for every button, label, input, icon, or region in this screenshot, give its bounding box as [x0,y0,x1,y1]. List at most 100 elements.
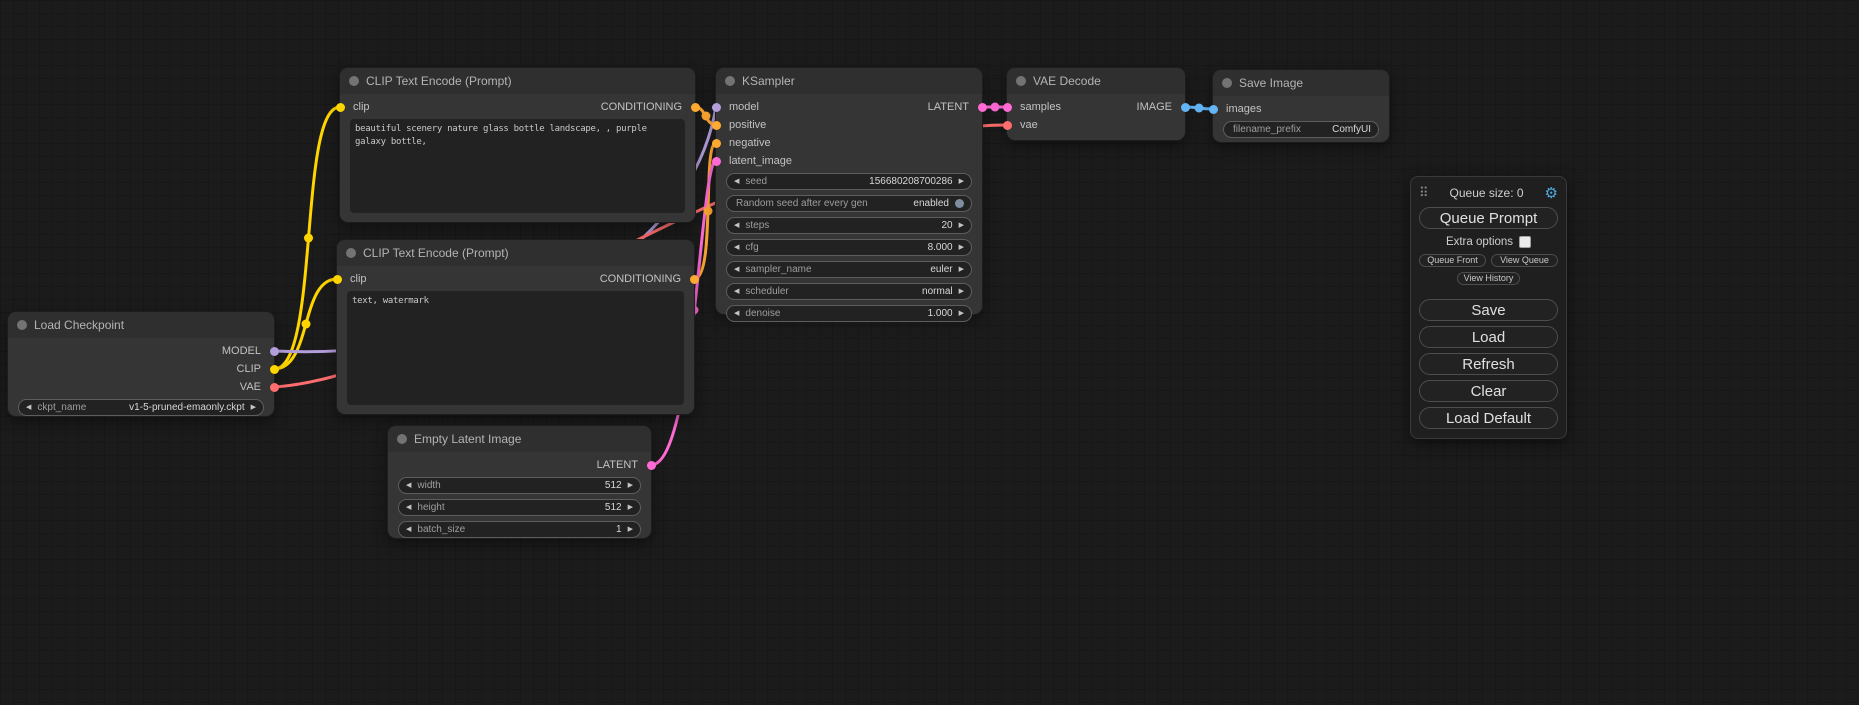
samples-input-slot[interactable] [1003,103,1012,112]
right-arrow-icon[interactable]: ▶ [959,266,964,273]
right-arrow-icon[interactable]: ▶ [959,288,964,295]
left-arrow-icon[interactable]: ◀ [26,404,31,411]
settings-gear-icon[interactable]: ⚙ [1545,186,1558,201]
right-arrow-icon[interactable]: ▶ [628,526,633,533]
left-arrow-icon[interactable]: ◀ [734,310,739,317]
collapse-dot[interactable] [349,76,359,86]
toggle-dot[interactable] [955,199,964,208]
queue-front-button[interactable]: Queue Front [1419,254,1486,267]
collapse-dot[interactable] [1016,76,1026,86]
node-vae-decode[interactable]: VAE Decode samples IMAGE vae [1007,68,1185,140]
right-arrow-icon[interactable]: ▶ [959,178,964,185]
collapse-dot[interactable] [17,320,27,330]
left-arrow-icon[interactable]: ◀ [406,504,411,511]
widget-label: denoise [745,308,780,319]
latent-output-slot[interactable] [978,103,987,112]
collapse-dot[interactable] [1222,78,1232,88]
link-midpoint-dot[interactable] [304,234,313,243]
clip-input-slot[interactable] [336,103,345,112]
right-arrow-icon[interactable]: ▶ [628,482,633,489]
right-arrow-icon[interactable]: ▶ [628,504,633,511]
node-header[interactable]: Empty Latent Image [388,426,651,452]
collapse-dot[interactable] [725,76,735,86]
left-arrow-icon[interactable]: ◀ [734,266,739,273]
cfg-widget[interactable]: ◀ cfg 8.000 ▶ [726,239,972,256]
random-seed-toggle-widget[interactable]: Random seed after every gen enabled [726,195,972,212]
steps-widget[interactable]: ◀ steps 20 ▶ [726,217,972,234]
node-header[interactable]: Load Checkpoint [8,312,274,338]
ckpt-name-widget[interactable]: ◀ ckpt_name v1-5-pruned-emaonly.ckpt ▶ [18,399,264,416]
link-midpoint-dot[interactable] [991,103,1000,112]
collapse-dot[interactable] [346,248,356,258]
scheduler-widget[interactable]: ◀ scheduler normal ▶ [726,283,972,300]
height-widget[interactable]: ◀ height 512 ▶ [398,499,641,516]
vae-output-slot[interactable] [270,383,279,392]
vae-input-slot[interactable] [1003,121,1012,130]
node-header[interactable]: CLIP Text Encode (Prompt) [337,240,694,266]
node-clip-text-encode-negative[interactable]: CLIP Text Encode (Prompt) clip CONDITION… [337,240,694,414]
denoise-widget[interactable]: ◀ denoise 1.000 ▶ [726,305,972,322]
image-output-slot[interactable] [1181,103,1190,112]
right-arrow-icon[interactable]: ▶ [959,244,964,251]
sampler-name-widget[interactable]: ◀ sampler_name euler ▶ [726,261,972,278]
widget-label: scheduler [745,286,788,297]
latent-image-input-slot[interactable] [712,157,721,166]
right-arrow-icon[interactable]: ▶ [959,310,964,317]
batch-size-widget[interactable]: ◀ batch_size 1 ▶ [398,521,641,538]
node-empty-latent-image[interactable]: Empty Latent Image LATENT ◀ width 512 ▶ … [388,426,651,538]
clip-output-slot[interactable] [270,365,279,374]
node-load-checkpoint[interactable]: Load Checkpoint MODEL CLIP VAE ◀ ckpt_na… [8,312,274,416]
images-input-slot[interactable] [1209,105,1218,114]
drag-handle-icon[interactable]: ⠿ [1419,185,1429,201]
link-clip-to-negative-prompt[interactable] [274,279,337,369]
view-history-button[interactable]: View History [1457,272,1521,285]
link-midpoint-dot[interactable] [1195,104,1204,113]
link-midpoint-dot[interactable] [302,320,311,329]
node-header[interactable]: VAE Decode [1007,68,1185,94]
left-arrow-icon[interactable]: ◀ [734,244,739,251]
negative-input-slot[interactable] [712,139,721,148]
link-midpoint-dot[interactable] [702,112,711,121]
model-input-slot[interactable] [712,103,721,112]
conditioning-output-slot[interactable] [691,103,700,112]
node-save-image[interactable]: Save Image images filename_prefix ComfyU… [1213,70,1389,142]
filename-prefix-widget[interactable]: filename_prefix ComfyUI [1223,121,1379,138]
prompt-textarea[interactable]: text, watermark [347,291,684,405]
input-slot-label: model [729,101,759,113]
output-slot-label: CONDITIONING [600,273,681,285]
left-arrow-icon[interactable]: ◀ [734,288,739,295]
node-clip-text-encode-positive[interactable]: CLIP Text Encode (Prompt) clip CONDITION… [340,68,695,222]
left-arrow-icon[interactable]: ◀ [734,222,739,229]
view-queue-button[interactable]: View Queue [1491,254,1558,267]
node-ksampler[interactable]: KSampler model LATENT positive negative … [716,68,982,314]
latent-output-slot[interactable] [647,461,656,470]
seed-widget[interactable]: ◀ seed 156680208700286 ▶ [726,173,972,190]
refresh-button[interactable]: Refresh [1419,353,1558,375]
extra-options-checkbox[interactable] [1519,236,1531,248]
left-arrow-icon[interactable]: ◀ [406,526,411,533]
collapse-dot[interactable] [397,434,407,444]
prompt-textarea[interactable]: beautiful scenery nature glass bottle la… [350,119,685,213]
queue-prompt-button[interactable]: Queue Prompt [1419,207,1558,229]
load-default-button[interactable]: Load Default [1419,407,1558,429]
input-slot-label: clip [353,101,370,113]
node-header[interactable]: Save Image [1213,70,1389,96]
left-arrow-icon[interactable]: ◀ [406,482,411,489]
clear-button[interactable]: Clear [1419,380,1558,402]
left-arrow-icon[interactable]: ◀ [734,178,739,185]
node-header[interactable]: CLIP Text Encode (Prompt) [340,68,695,94]
load-button[interactable]: Load [1419,326,1558,348]
link-clip-to-positive-prompt[interactable] [274,107,340,369]
node-header[interactable]: KSampler [716,68,982,94]
positive-input-slot[interactable] [712,121,721,130]
right-arrow-icon[interactable]: ▶ [251,404,256,411]
save-button[interactable]: Save [1419,299,1558,321]
right-arrow-icon[interactable]: ▶ [959,222,964,229]
width-widget[interactable]: ◀ width 512 ▶ [398,477,641,494]
link-midpoint-dot[interactable] [704,207,713,216]
clip-input-slot[interactable] [333,275,342,284]
conditioning-output-slot[interactable] [690,275,699,284]
model-output-slot[interactable] [270,347,279,356]
queue-size-label: Queue size: 0 [1429,186,1545,200]
widget-value: enabled [913,198,949,209]
